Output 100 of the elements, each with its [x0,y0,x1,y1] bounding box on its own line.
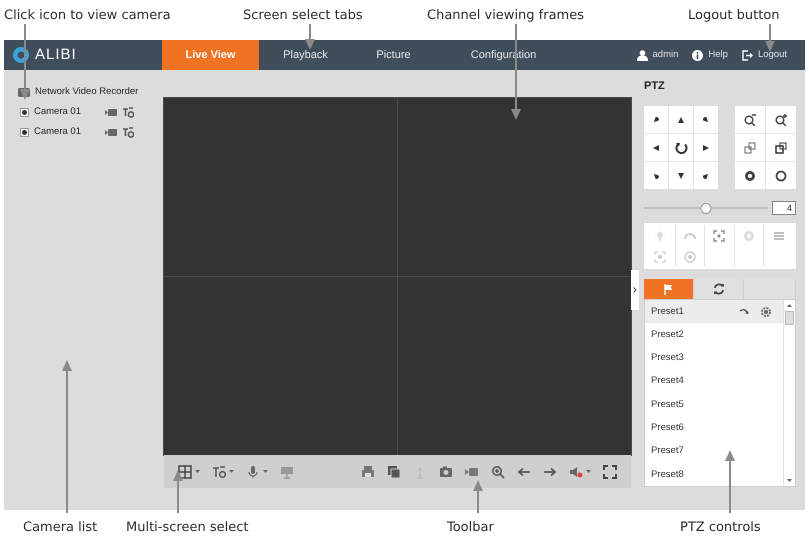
monitor-icon [280,464,294,478]
annotation-label: Toolbar [447,519,494,537]
speaker-icon [569,464,583,478]
refresh-icon [712,283,724,295]
caret-icon [229,470,234,473]
iris-open-button[interactable] [735,162,765,189]
ring-icon [775,170,787,182]
focus-frame-icon [654,250,666,262]
focus-near-button[interactable] [735,134,765,161]
chevron-right-icon [633,287,637,293]
camera-icon [439,464,453,478]
annotation-arrow [765,24,775,52]
nav-tab[interactable]: Picture [352,40,435,70]
nav-tab[interactable]: Playback [259,40,352,70]
annotation-arrow [473,480,483,513]
target-icon [743,230,756,242]
tree-root-label[interactable]: Network Video Recorder [35,84,138,100]
triangle-icon [653,172,659,178]
settings-icon [761,306,771,317]
triangle-icon [787,479,792,482]
zoom-in-button[interactable] [766,106,796,133]
annotation-label: Channel viewing frames [427,7,584,25]
bulb-icon [654,230,666,242]
triangle-icon [653,144,659,150]
printer-icon [361,464,375,478]
fullscreen-icon [603,464,617,478]
annotation-arrow [725,450,735,513]
zoom-out-button[interactable] [735,106,765,133]
info-icon [692,50,704,60]
ptz-title: PTZ [644,79,666,94]
logout-icon [742,50,753,60]
scrollbar[interactable] [783,300,795,486]
panel-collapse-handle[interactable] [631,270,639,310]
camera-status-icon [20,128,29,136]
grid-icon [178,464,192,478]
camera-status-icon [20,108,29,116]
user-link[interactable]: admin [636,48,678,62]
annotation-label: Click icon to view camera [4,7,171,25]
patrol-tab[interactable] [694,279,744,299]
copy-icon [387,464,401,478]
annotation-label: Multi-screen select [126,519,248,537]
pan-right-button[interactable] [694,134,718,161]
help-link[interactable]: Help [692,48,728,62]
nav-tab[interactable]: Configuration [435,40,572,70]
caret-icon [263,470,268,473]
microphone-icon [246,464,260,478]
magnifier-icon [491,464,505,478]
squares-icon [775,142,787,154]
speed-value-field[interactable]: 4 [772,201,796,215]
preset-item[interactable]: Preset7 [651,444,684,459]
iris-icon [744,170,756,182]
focus-far-button[interactable] [766,134,796,161]
annotation-label: Camera list [23,519,98,537]
tilt-up-button[interactable] [669,106,693,133]
iris-close-button[interactable] [766,162,796,189]
preset-item[interactable]: Preset4 [651,374,684,389]
pan-up-left-button[interactable] [644,106,668,133]
camera-item[interactable]: Camera 01 [34,104,100,120]
annotation-label: Logout button [688,7,780,25]
triangle-icon [703,172,709,178]
preset-item[interactable]: Preset1 [651,304,684,319]
preset-item[interactable]: Preset2 [651,328,684,342]
pan-left-button[interactable] [644,134,668,161]
triangle-icon [787,304,792,307]
pan-down-left-button[interactable] [644,162,668,189]
user-icon [636,50,648,60]
caret-icon [195,470,200,473]
camera-item[interactable]: Camera 01 [34,124,100,140]
squares-icon [744,142,756,154]
auto-scan-button[interactable] [669,134,693,161]
video-camera-icon [105,108,117,116]
stream-icon [212,464,226,478]
speed-slider-thumb[interactable] [700,202,712,214]
logout-link[interactable]: Logout [742,48,787,62]
annotation-label: Screen select tabs [243,7,363,25]
preset-item[interactable]: Preset3 [651,351,684,366]
stream-icon [122,126,134,138]
scrollbar-thumb[interactable] [785,311,794,325]
menu-icon [773,230,786,242]
triangle-icon [678,172,684,178]
magnifier-minus-icon [744,114,756,126]
pan-down-right-button[interactable] [694,162,718,189]
caret-icon [586,470,591,473]
triangle-icon [678,116,684,122]
logo-text: ALIBI [35,44,77,65]
tilt-down-button[interactable] [669,162,693,189]
rotate-icon [674,141,688,154]
logo-icon [12,46,30,64]
stream-icon [122,106,134,118]
preset-item[interactable]: Preset5 [651,398,684,412]
pan-up-right-button[interactable] [694,106,718,133]
annotation-arrow [305,24,315,50]
triangle-icon [703,144,709,150]
focus-frame-icon [713,230,726,242]
triangle-icon [703,116,709,122]
preset-item[interactable]: Preset6 [651,421,684,436]
triangle-icon [653,116,659,122]
flag-icon [664,284,674,294]
preset-item[interactable]: Preset8 [651,468,684,482]
magnifier-plus-icon [775,114,787,126]
